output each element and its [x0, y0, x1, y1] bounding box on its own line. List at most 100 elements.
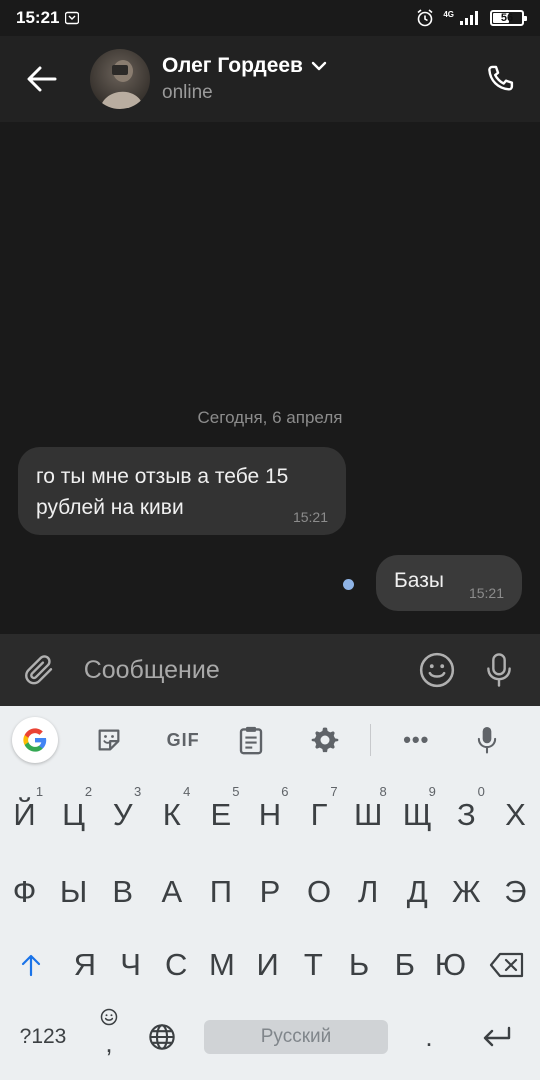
toolbar-divider-line [370, 724, 372, 756]
key[interactable]: Ц2 [49, 776, 98, 854]
key[interactable]: Ю [428, 926, 474, 1004]
period-key[interactable]: . [404, 998, 454, 1076]
key[interactable]: Б [382, 926, 428, 1004]
microphone-icon [478, 727, 497, 754]
key[interactable]: Р [245, 853, 294, 931]
key[interactable]: Е5 [196, 776, 245, 854]
voice-message-button[interactable] [468, 634, 530, 706]
sticker-button[interactable] [58, 706, 160, 774]
chevron-down-icon [311, 61, 327, 71]
key[interactable]: Ш8 [344, 776, 393, 854]
symbols-key[interactable]: ?123 [8, 998, 78, 1076]
smiley-icon [100, 1008, 118, 1026]
more-button[interactable]: ••• [388, 706, 445, 774]
key[interactable]: Ы [49, 853, 98, 931]
message-time: 15:21 [292, 509, 328, 525]
key[interactable]: Г7 [295, 776, 344, 854]
key[interactable]: Ь [336, 926, 382, 1004]
gif-button[interactable]: GIF [160, 706, 206, 774]
key-row-4: ?123 , Русский . [0, 998, 540, 1076]
emoji-button[interactable] [406, 634, 468, 706]
key[interactable]: Д [393, 853, 442, 931]
language-key[interactable] [136, 998, 188, 1076]
shift-key[interactable] [6, 926, 56, 1004]
key-hint: 1 [35, 784, 44, 799]
key[interactable]: В [98, 853, 147, 931]
shift-arrow-icon [21, 954, 41, 977]
key-hint: 6 [281, 784, 289, 799]
key-label: Й [13, 797, 36, 832]
key[interactable]: Л [344, 853, 393, 931]
key-label: З [456, 797, 476, 832]
attach-button[interactable] [0, 634, 78, 706]
key[interactable]: А [147, 853, 196, 931]
key-label: Щ [402, 797, 432, 832]
key[interactable]: Х [491, 776, 540, 854]
key[interactable]: П [196, 853, 245, 931]
key-row-2: ФЫВАПРОЛДЖЭ [0, 853, 540, 931]
message-time: 15:21 [468, 585, 504, 601]
toolbar-divider [354, 706, 388, 774]
backspace-key[interactable] [482, 926, 532, 1004]
key[interactable]: Ж [442, 853, 491, 931]
battery-percent: 56 [500, 12, 514, 24]
emoji-comma-key[interactable]: , [84, 998, 134, 1076]
clipboard-button[interactable] [206, 706, 297, 774]
contact-status: online [162, 82, 213, 103]
backspace-icon [489, 952, 524, 978]
key[interactable]: Н6 [245, 776, 294, 854]
key[interactable]: Й1 [0, 776, 49, 854]
google-search-button[interactable] [10, 706, 58, 774]
smiley-icon [419, 652, 454, 688]
key-label: К [162, 797, 181, 832]
key[interactable]: С [153, 926, 199, 1004]
enter-key[interactable] [464, 998, 530, 1076]
status-right: 4G 56 [415, 8, 527, 28]
contact-name: Олег Гордеев [162, 54, 303, 77]
key-hint: 8 [379, 784, 387, 799]
unread-indicator [343, 579, 354, 590]
google-logo-icon [12, 717, 58, 763]
battery-icon: 56 [490, 10, 527, 26]
more-label: ••• [403, 727, 430, 752]
key[interactable]: У3 [98, 776, 147, 854]
key-hint: 0 [477, 784, 485, 799]
back-arrow-icon [27, 66, 57, 92]
call-button[interactable] [460, 36, 540, 122]
comma-label: , [105, 1028, 113, 1058]
sticker-icon [98, 729, 120, 751]
avatar[interactable] [90, 49, 150, 109]
key[interactable]: О [295, 853, 344, 931]
message-list[interactable]: Сегодня, 6 апреля го ты мне отзыв а тебе… [0, 122, 540, 634]
key[interactable]: М [199, 926, 245, 1004]
key[interactable]: Ф [0, 853, 49, 931]
enter-arrow-icon [483, 1026, 511, 1047]
voice-typing-button[interactable] [445, 706, 530, 774]
key-hint: 7 [330, 784, 338, 799]
incoming-message[interactable]: го ты мне отзыв а тебе 15 рублей на киви… [18, 447, 346, 535]
key[interactable]: И [245, 926, 291, 1004]
key-label: Г [310, 797, 328, 832]
space-bar[interactable]: Русский [204, 1020, 388, 1054]
contact-info[interactable]: Олег Гордеев online [162, 54, 327, 104]
key[interactable]: Ч [108, 926, 154, 1004]
network-type: 4G [443, 10, 454, 19]
signal-bars-icon [460, 11, 478, 25]
clipboard-icon [240, 726, 263, 755]
chat-header: Олег Гордеев online [0, 36, 540, 122]
outgoing-message[interactable]: Базы 15:21 [376, 555, 522, 611]
key[interactable]: К4 [147, 776, 196, 854]
key[interactable]: Я [62, 926, 108, 1004]
settings-button[interactable] [297, 706, 354, 774]
message-composer [0, 634, 540, 706]
key[interactable]: Т [291, 926, 337, 1004]
globe-icon [149, 1024, 175, 1050]
key[interactable]: З0 [442, 776, 491, 854]
back-button[interactable] [0, 36, 84, 122]
key[interactable]: Щ9 [393, 776, 442, 854]
key-label: Н [258, 797, 282, 832]
key[interactable]: Э [491, 853, 540, 931]
date-separator: Сегодня, 6 апреля [197, 408, 343, 427]
vk-notification-icon [65, 11, 80, 25]
message-input[interactable] [77, 634, 406, 706]
